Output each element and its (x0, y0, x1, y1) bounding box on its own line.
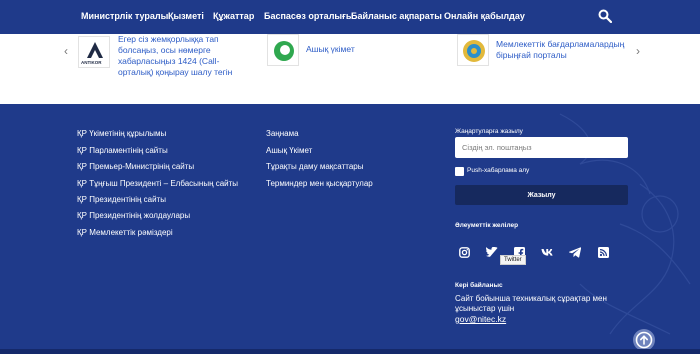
partner-link-open-government[interactable]: Ашық үкімет (306, 44, 355, 55)
footer-link-parliament[interactable]: ҚР Парламентінің сайты (77, 146, 168, 155)
social-title: Әлеуметтік желілер (455, 222, 519, 229)
footer-link-president-addresses[interactable]: ҚР Президентінің жолдаулары (77, 211, 190, 220)
footer-link-president[interactable]: ҚР Президентінің сайты (77, 195, 166, 204)
email-input[interactable] (455, 137, 628, 158)
feedback-title: Кері байланыс (455, 282, 503, 289)
footer-link-first-president[interactable]: ҚР Тұңғыш Президенті – Елбасының сайты (77, 179, 238, 188)
footer-link-legislation[interactable]: Заңнама (266, 129, 299, 138)
antikor-logo-text: ANTIKOR (81, 60, 102, 65)
footer-link-terms[interactable]: Терминдер мен қысқартулар (266, 179, 373, 188)
partner-link-antikor[interactable]: Егер сіз жемқорлыққа тап болсаңыз, осы н… (118, 34, 236, 78)
telegram-icon[interactable] (568, 245, 582, 259)
subscribe-title: Жаңартуларға жазылу (455, 128, 523, 135)
footer-link-state-symbols[interactable]: ҚР Мемлекеттік рәміздері (77, 228, 173, 237)
push-checkbox[interactable] (455, 167, 464, 176)
footer-bottom-bar (0, 349, 700, 354)
rss-icon[interactable] (596, 245, 610, 259)
feedback-text: Сайт бойынша техникалық сұрақтар мен ұсы… (455, 294, 607, 313)
partner-carousel: ‹ ANTIKOR Егер сіз жемқорлыққа тап болса… (0, 34, 700, 104)
state-emblem-icon (463, 40, 485, 62)
nav-item-online-reception[interactable]: Онлайн қабылдау (444, 11, 525, 21)
search-icon[interactable] (598, 9, 612, 23)
nav-item-ministry[interactable]: Министрлік туралы (81, 11, 168, 21)
nav-item-press[interactable]: Баспасөз орталығы (264, 11, 354, 21)
site-footer: ҚР Үкіметінің құрылымы ҚР Парламентінің … (0, 104, 700, 354)
twitter-icon[interactable] (485, 245, 499, 259)
open-government-logo-mark (274, 41, 294, 61)
open-government-logo (267, 34, 299, 66)
subscribe-button[interactable]: Жазылу (455, 185, 628, 205)
push-checkbox-label: Push-хабарлама алу (467, 167, 530, 174)
scroll-to-top-button[interactable] (633, 329, 655, 351)
top-navigation: Министрлік туралы Қызметі Құжаттар Баспа… (0, 0, 700, 34)
carousel-prev-arrow[interactable]: ‹ (64, 44, 68, 58)
footer-link-prime-minister[interactable]: ҚР Премьер-Министрінің сайты (77, 162, 194, 171)
carousel-next-arrow[interactable]: › (636, 44, 640, 58)
feedback-email-link[interactable]: gov@nitec.kz (455, 314, 506, 324)
partner-link-state-programs[interactable]: Мемлекеттік бағдарламалардың бірыңғай по… (496, 39, 626, 61)
vk-icon[interactable] (540, 245, 554, 259)
state-emblem-logo (457, 34, 489, 66)
footer-link-sustainable-goals[interactable]: Тұрақты даму мақсаттары (266, 162, 363, 171)
nav-item-contacts[interactable]: Байланыс ақпараты (351, 11, 442, 21)
antikor-logo: ANTIKOR (78, 36, 110, 68)
nav-item-activity[interactable]: Қызметі (168, 11, 204, 21)
nav-item-documents[interactable]: Құжаттар (213, 11, 254, 21)
footer-link-open-government[interactable]: Ашық Үкімет (266, 146, 312, 155)
instagram-icon[interactable] (457, 245, 471, 259)
arrow-up-icon (635, 331, 653, 349)
twitter-tooltip: Twitter (500, 255, 526, 265)
footer-link-government-structure[interactable]: ҚР Үкіметінің құрылымы (77, 129, 166, 138)
